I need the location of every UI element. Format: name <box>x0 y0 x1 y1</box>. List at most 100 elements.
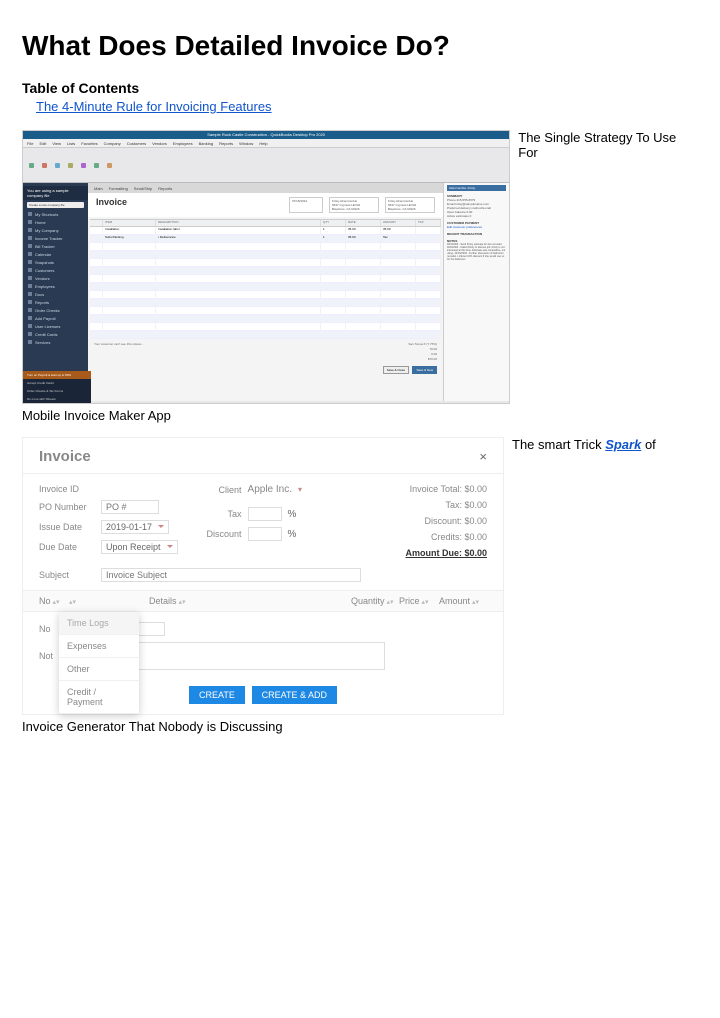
th-type[interactable] <box>69 596 149 606</box>
dd-other[interactable]: Other <box>59 658 139 681</box>
qb-tsheets-promo[interactable]: Do more with Tsheets <box>23 395 91 403</box>
lbl-due: Due Date <box>39 542 95 552</box>
sidebar-item[interactable]: Income Tracker <box>23 234 88 242</box>
sidebar-item[interactable]: Services <box>23 338 88 346</box>
discount-input[interactable] <box>248 527 282 541</box>
dd-expenses[interactable]: Expenses <box>59 635 139 658</box>
dd-credit[interactable]: Credit / Payment <box>59 681 139 714</box>
qb-tab[interactable]: Send/Ship <box>134 186 152 191</box>
qb-line-items: ITEMDESCRIPTIONQTYRATEAMOUNTTAX Installa… <box>90 219 441 338</box>
sidebar-item[interactable]: My Shortcuts <box>23 210 88 218</box>
qb-tab[interactable]: Formatting <box>109 186 128 191</box>
quickbooks-screenshot: Sample Rock Castle Construction - QuickB… <box>22 130 510 404</box>
qb-tab[interactable]: Main <box>94 186 103 191</box>
caption-below-1: Mobile Invoice Maker App <box>22 408 698 423</box>
qb-memo[interactable]: Your customer can't see this unless... <box>94 342 144 362</box>
qb-customer-panel: Abercrombie, Kristy SUMMARY Phone 415-55… <box>443 183 509 401</box>
tax-line: Tax: $0.00 <box>405 500 487 510</box>
lbl-invoice-id: Invoice ID <box>39 484 95 494</box>
qb-edit-prefs-link[interactable]: Edit customer preferences <box>447 225 506 229</box>
sidebar-item[interactable]: Calendar <box>23 250 88 258</box>
qb-cust-name[interactable]: Abercrombie, Kristy <box>447 185 506 191</box>
sidebar-item[interactable]: Bill Tracker <box>23 242 88 250</box>
lbl-issue: Issue Date <box>39 522 95 532</box>
amount-due-line: Amount Due: $0.00 <box>405 548 487 558</box>
sidebar-item[interactable]: Snapshots <box>23 258 88 266</box>
lbl-po: PO Number <box>39 502 95 512</box>
caption-below-2: Invoice Generator That Nobody is Discuss… <box>22 719 698 734</box>
spark-link[interactable]: Spark <box>605 437 641 452</box>
qb-window-title: Sample Rock Castle Construction - QuickB… <box>23 131 509 139</box>
th-details[interactable]: Details <box>149 596 351 606</box>
sidebar-item[interactable]: Order Checks <box>23 306 88 314</box>
qb-main-area: Main Formatting Send/Ship Reports Invoice 0… <box>88 183 443 401</box>
qb-active-est: Active estimates 0 <box>447 214 506 218</box>
lbl-note: Not <box>39 651 59 661</box>
qb-save-close-button[interactable]: Save & Close <box>383 366 409 374</box>
subject-input[interactable] <box>101 568 361 582</box>
toc-link[interactable]: The 4-Minute Rule for Invoicing Features <box>36 99 272 114</box>
lbl-tax: Tax <box>198 509 242 519</box>
qb-ribbon <box>23 148 509 183</box>
qb-save-new-button[interactable]: Save & New <box>412 366 437 374</box>
qb-bill-to[interactable]: Kristy Abercrombie 5647 Cypress Hill Rd … <box>329 197 379 213</box>
qb-tab[interactable]: Reports <box>158 186 172 191</box>
issue-date-select[interactable]: 2019-01-17 <box>101 520 169 534</box>
qb-date-field[interactable]: 07/15/2024 <box>289 197 323 213</box>
th-no[interactable]: No <box>39 596 69 606</box>
sidebar-item[interactable]: Home <box>23 218 88 226</box>
qb-notes-text: 9/15/2003 - Send Kristy estimate for den… <box>447 243 506 261</box>
sidebar-item[interactable]: My Company <box>23 226 88 234</box>
close-icon[interactable]: × <box>479 449 487 464</box>
type-dropdown: Time Logs Expenses Other Credit / Paymen… <box>59 612 139 714</box>
sidebar-item[interactable]: Vendors <box>23 274 88 282</box>
sidebar-item[interactable]: Credit Cards <box>23 330 88 338</box>
qb-ship-to[interactable]: Kristy Abercrombie 5647 Cypress Hill Rd … <box>385 197 435 213</box>
qb-checks-promo[interactable]: Order Checks & Tax Forms <box>23 387 91 395</box>
caption-right-2: The smart Trick Spark of <box>512 437 656 452</box>
lbl-no: No <box>39 624 59 634</box>
qb-tabs: Main Formatting Send/Ship Reports <box>88 183 443 193</box>
client-value[interactable]: Apple Inc. <box>248 484 292 495</box>
caption2-prefix: The smart Trick <box>512 437 605 452</box>
toc-heading: Table of Contents <box>22 80 698 96</box>
th-qty[interactable]: Quantity <box>351 596 399 606</box>
qb-new-company-button[interactable]: Create a new company file <box>27 202 84 208</box>
invoice-form-screenshot: Invoice × Invoice ID PO Number Issue Dat… <box>22 437 504 715</box>
credits-line: Credits: $0.00 <box>405 532 487 542</box>
lbl-subject: Subject <box>39 570 95 580</box>
lbl-client: Client <box>198 485 242 495</box>
tax-input[interactable] <box>248 507 282 521</box>
disc-pct: % <box>288 529 297 540</box>
th-amount[interactable]: Amount <box>439 596 487 606</box>
sidebar-item[interactable]: User Licenses <box>23 322 88 330</box>
th-price[interactable]: Price <box>399 596 439 606</box>
create-button[interactable]: CREATE <box>189 686 245 704</box>
sidebar-item[interactable]: Employees <box>23 282 88 290</box>
sidebar-item[interactable]: Add Payroll <box>23 314 88 322</box>
due-date-select[interactable]: Upon Receipt <box>101 540 178 554</box>
page-title: What Does Detailed Invoice Do? <box>22 30 698 62</box>
discount-line: Discount: $0.00 <box>405 516 487 526</box>
chevron-down-icon[interactable]: ▾ <box>298 485 302 494</box>
dd-time-logs[interactable]: Time Logs <box>59 612 139 635</box>
caption-right-1: The Single Strategy To Use For <box>518 130 698 160</box>
total-line: Invoice Total: $0.00 <box>405 484 487 494</box>
line-items-header: No Details Quantity Price Amount <box>23 590 503 612</box>
qb-doc-title: Invoice <box>96 197 127 213</box>
inv-title: Invoice <box>39 448 91 465</box>
lbl-discount: Discount <box>198 529 242 539</box>
tax-pct: % <box>288 509 297 520</box>
sidebar-item[interactable]: Customers <box>23 266 88 274</box>
qb-payroll-promo[interactable]: Turn on Payroll & start up to 50% <box>23 371 91 379</box>
qb-sec-recent: RECENT TRANSACTION <box>447 232 506 236</box>
create-add-button[interactable]: CREATE & ADD <box>252 686 337 704</box>
qb-menubar: FileEditViewListsFavoritesCompanyCustome… <box>23 139 509 148</box>
qb-cc-promo[interactable]: Accept Credit Cards <box>23 379 91 387</box>
qb-sidebar: You are using a sample company file Crea… <box>23 183 88 401</box>
qb-side-msg: You are using a sample company file <box>23 186 88 200</box>
sidebar-item[interactable]: Reports <box>23 298 88 306</box>
caption2-suffix: of <box>641 437 655 452</box>
po-input[interactable] <box>101 500 159 514</box>
sidebar-item[interactable]: Docs <box>23 290 88 298</box>
